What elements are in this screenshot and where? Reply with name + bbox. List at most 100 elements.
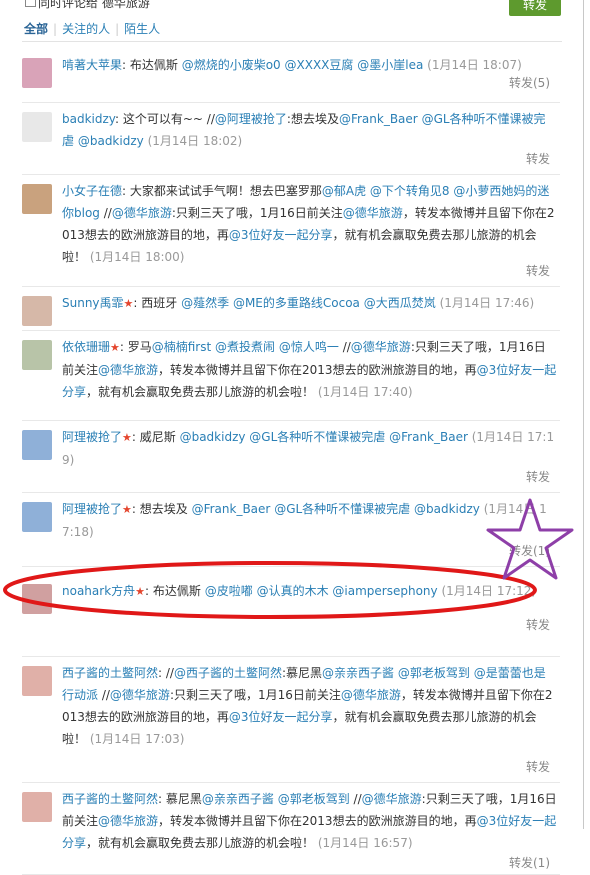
mention-link[interactable]: @德华旅游 (351, 340, 411, 354)
repost-text-segment: : 布达佩斯 (122, 58, 182, 72)
mention-link[interactable]: @惊人鸣一 (279, 340, 339, 354)
user-name-link[interactable]: Sunny禹霏 (62, 296, 124, 310)
repost-button[interactable]: 转发 (526, 150, 550, 167)
user-name-link[interactable]: 依依珊珊 (62, 340, 110, 354)
repost-button[interactable]: 转发 (526, 262, 550, 279)
list-item: 阿理被抢了★: 威尼斯 @badkidzy @GL各种听不懂课被完虐 @Fran… (22, 420, 560, 493)
mention-link[interactable]: @德华旅游 (341, 688, 401, 702)
mention-link[interactable]: @XXXX豆腐 (285, 58, 354, 72)
avatar[interactable] (22, 502, 52, 532)
repost-text-segment: // (338, 340, 351, 354)
filter-tabs: 全部 | 关注的人 | 陌生人 (24, 20, 160, 37)
mention-link[interactable]: @德华旅游 (343, 206, 403, 220)
mention-link[interactable]: @德华旅游 (362, 792, 422, 806)
mention-link[interactable]: @郭老板驾到 (398, 666, 470, 680)
user-name-link[interactable]: 西子酱的土鳖阿然 (62, 666, 158, 680)
vip-star-icon: ★ (123, 297, 134, 310)
repost-text-segment: ，就有机会赢取免费去那儿旅游的机会啦！ (86, 385, 318, 399)
user-name-link[interactable]: noahark方舟 (62, 584, 135, 598)
vip-star-icon: ★ (122, 503, 132, 516)
repost-button[interactable]: 转发 (526, 616, 550, 633)
avatar[interactable] (22, 184, 52, 214)
mention-link[interactable]: @GL各种听不懂课被完虐 (249, 430, 385, 444)
avatar[interactable] (22, 296, 52, 326)
mention-link[interactable]: @GL各种听不懂课被完虐 (274, 502, 410, 516)
mention-link[interactable]: @亲亲西子酱 (322, 666, 394, 680)
repost-button[interactable]: 转发(5) (509, 74, 550, 91)
mention-link[interactable]: @认真的木木 (257, 584, 329, 598)
mention-link[interactable]: @亲亲西子酱 (202, 792, 274, 806)
mention-link[interactable]: @皮啦嘟 (205, 584, 253, 598)
mention-link[interactable]: @iampersephony (332, 584, 437, 598)
mention-link[interactable]: @下个转角见8 (370, 184, 450, 198)
list-item: 阿理被抢了★: 想去埃及 @Frank_Baer @GL各种听不懂课被完虐 @b… (22, 492, 560, 567)
repost-button[interactable]: 转发 (526, 758, 550, 775)
mention-link[interactable]: @Frank_Baer (389, 430, 468, 444)
forward-submit-button[interactable]: 转发 (509, 0, 561, 16)
user-name-link[interactable]: 小女子在德 (62, 184, 122, 198)
mention-link[interactable]: @badkidzy (78, 134, 144, 148)
tab-following[interactable]: 关注的人 (62, 22, 110, 36)
mention-link[interactable]: @德华旅游 (110, 688, 170, 702)
mention-link[interactable]: @ME的多重路线Cocoa (233, 296, 360, 310)
mention-link[interactable]: @郭老板驾到 (278, 792, 350, 806)
avatar[interactable] (22, 112, 52, 142)
repost-text: 依依珊珊★: 罗马@楠楠first @煮投煮闹 @惊人鸣一 //@德华旅游:只剩… (62, 336, 557, 403)
user-name-link[interactable]: 西子酱的土鳖阿然 (62, 792, 158, 806)
tab-separator: | (53, 22, 58, 36)
repost-text-segment: : 大家都来试试手气啊！想去巴塞罗那 (122, 184, 322, 198)
user-name-link[interactable]: badkidzy (62, 112, 115, 126)
avatar[interactable] (22, 58, 52, 88)
list-item: 小女子在德: 大家都来试试手气啊！想去巴塞罗那@郁A虎 @下个转角见8 @小萝西… (22, 174, 560, 287)
mention-link[interactable]: @薤然季 (181, 296, 229, 310)
user-name-link[interactable]: 阿理被抢了 (62, 502, 122, 516)
comment-checkbox[interactable] (25, 0, 36, 7)
mention-link[interactable]: @badkidzy (180, 430, 246, 444)
mention-link[interactable]: @德华旅游 (112, 206, 172, 220)
repost-text: noahark方舟★: 布达佩斯 @皮啦嘟 @认真的木木 @iamperseph… (62, 580, 557, 603)
mention-link[interactable]: @大西瓜焚岚 (364, 296, 436, 310)
repost-text-segment: :只剩三天了哦，1月16日前关注 (169, 688, 341, 702)
mention-link[interactable]: @西子酱的土鳖阿然 (174, 666, 282, 680)
timestamp: (1月14日 17:03) (89, 732, 185, 746)
mention-link[interactable]: @Frank_Baer (192, 502, 271, 516)
vip-star-icon: ★ (110, 341, 120, 354)
mention-link[interactable]: @Frank_Baer (339, 112, 418, 126)
user-name-link[interactable]: 阿理被抢了 (62, 430, 122, 444)
repost-text: badkidzy: 这个可以有~~ //@阿理被抢了:想去埃及@Frank_Ba… (62, 108, 557, 152)
timestamp: (1月14日 18:02) (147, 134, 243, 148)
vip-star-icon: ★ (135, 585, 146, 598)
mention-link[interactable]: @燃烧的小废柴o0 (182, 58, 281, 72)
mention-link[interactable]: @badkidzy (414, 502, 480, 516)
repost-text: 西子酱的土鳖阿然: 慕尼黑@亲亲西子酱 @郭老板驾到 //@德华旅游:只剩三天了… (62, 788, 557, 854)
repost-text-segment: :只剩三天了哦，1月16日前关注 (171, 206, 343, 220)
repost-button[interactable]: 转发 (526, 468, 550, 485)
mention-link[interactable]: @郁A虎 (322, 184, 366, 198)
avatar[interactable] (22, 430, 52, 460)
tab-strangers[interactable]: 陌生人 (124, 22, 160, 36)
avatar[interactable] (22, 584, 52, 614)
repost-text-segment: ，转发本微博并且留下你在2013想去的欧洲旅游目的地，再 (158, 363, 477, 377)
repost-text-segment: // (349, 792, 362, 806)
avatar[interactable] (22, 340, 52, 370)
avatar[interactable] (22, 792, 52, 822)
timestamp: (1月14日 17:40) (317, 385, 413, 399)
repost-text-segment: : 罗马 (119, 340, 152, 354)
mention-link[interactable]: @德华旅游 (98, 814, 158, 828)
tab-all[interactable]: 全部 (24, 22, 48, 36)
repost-button[interactable]: 转发(1) (509, 542, 550, 559)
avatar[interactable] (22, 666, 52, 696)
mention-link[interactable]: @楠楠first (152, 340, 211, 354)
mention-link[interactable]: @阿理被抢了 (215, 112, 287, 126)
mention-link[interactable]: @墨小崖lea (357, 58, 423, 72)
user-name-link[interactable]: 啃著大苹果 (62, 58, 122, 72)
mention-link[interactable]: @德华旅游 (98, 363, 158, 377)
timestamp: (1月14日 17:46) (439, 296, 535, 310)
repost-text-segment: : 想去埃及 (131, 502, 192, 516)
repost-button[interactable]: 转发(1) (509, 854, 550, 871)
mention-link[interactable]: @煮投煮闹 (215, 340, 275, 354)
repost-text: 啃著大苹果: 布达佩斯 @燃烧的小废柴o0 @XXXX豆腐 @墨小崖lea (1… (62, 54, 557, 76)
mention-link[interactable]: @3位好友一起分享 (229, 228, 333, 242)
list-item: 啃著大苹果: 布达佩斯 @燃烧的小废柴o0 @XXXX豆腐 @墨小崖lea (1… (22, 46, 560, 103)
mention-link[interactable]: @3位好友一起分享 (229, 710, 333, 724)
